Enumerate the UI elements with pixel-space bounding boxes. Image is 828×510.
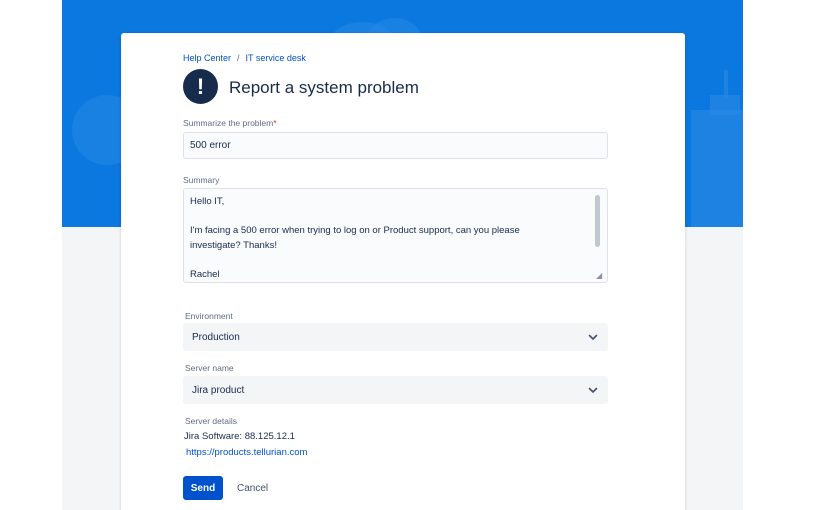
description-scrollbar[interactable]: [595, 195, 600, 247]
description-blank-line: [190, 210, 589, 225]
page-title: Report a system problem: [229, 78, 419, 97]
send-button[interactable]: Send: [183, 476, 223, 500]
summary-field-label: Summarize the problem*: [183, 118, 277, 128]
exclamation-icon: !: [183, 69, 218, 104]
description-line: Rachel: [190, 268, 220, 280]
server-name-selected-value: Jira product: [192, 384, 245, 396]
required-marker: *: [273, 118, 277, 128]
summary-label-text: Summarize the problem: [183, 118, 274, 128]
chevron-down-icon: [588, 334, 598, 340]
description-field-label: Summary: [183, 175, 220, 185]
request-form-card: Help Center / IT service desk ! Report a…: [121, 33, 685, 510]
description-blank-line: [190, 253, 589, 268]
description-line: Hello IT,: [190, 196, 225, 207]
breadcrumb-it-service-desk-link[interactable]: IT service desk: [246, 53, 306, 63]
environment-field-label: Environment: [185, 311, 233, 321]
resize-handle-icon[interactable]: ◢: [596, 271, 602, 280]
banner-building: [691, 110, 743, 227]
server-details-text: Jira Software: 88.125.12.1: [184, 431, 295, 442]
breadcrumb: Help Center / IT service desk: [183, 53, 306, 63]
server-details-link[interactable]: https://products.tellurian.com: [186, 447, 307, 458]
page-background: Help Center / IT service desk ! Report a…: [0, 0, 828, 510]
banner-antenna: [724, 70, 728, 98]
server-name-field-label: Server name: [185, 363, 234, 373]
description-textarea[interactable]: Hello IT, I'm facing a 500 error when tr…: [183, 188, 608, 283]
banner-building: [710, 95, 740, 115]
cancel-button[interactable]: Cancel: [229, 476, 276, 500]
server-name-select[interactable]: Jira product: [183, 376, 608, 404]
breadcrumb-separator: /: [237, 53, 240, 63]
server-details-label: Server details: [185, 416, 237, 426]
breadcrumb-help-center-link[interactable]: Help Center: [183, 53, 231, 63]
environment-select[interactable]: Production: [183, 323, 608, 351]
description-line: I'm facing a 500 error when trying to lo…: [190, 225, 520, 236]
chevron-down-icon: [588, 387, 598, 393]
environment-selected-value: Production: [192, 331, 240, 343]
description-line: investigate? Thanks!: [190, 239, 277, 251]
summary-input[interactable]: 500 error: [183, 132, 608, 159]
